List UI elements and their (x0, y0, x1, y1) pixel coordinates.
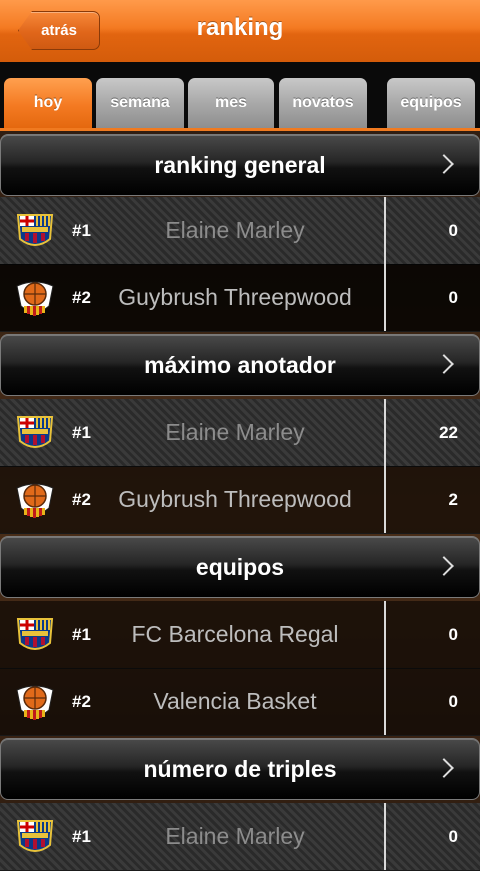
navigation-bar: atrás ranking (0, 0, 480, 63)
column-divider (384, 399, 386, 466)
table-row[interactable]: #2 Guybrush Threepwood 2 (0, 466, 480, 534)
score-value: 0 (448, 692, 458, 711)
player-name: Elaine Marley (165, 217, 305, 243)
section-title: máximo anotador (144, 352, 336, 378)
score-value: 2 (448, 490, 458, 509)
section-header-numero-de-triples[interactable]: número de triples (0, 738, 480, 800)
column-divider (384, 197, 386, 264)
fc-barcelona-badge (16, 214, 54, 246)
tab-hoy[interactable]: hoy (4, 78, 92, 128)
tab-equipos[interactable]: equipos (387, 78, 475, 128)
ranking-list: ranking general #1 Elaine Marley 0 #2 Gu… (0, 131, 480, 871)
chevron-right-icon (434, 556, 454, 576)
rank-label: #2 (72, 490, 91, 509)
tab-semana[interactable]: semana (96, 78, 184, 128)
table-row[interactable]: #1 Elaine Marley 0 (0, 803, 480, 871)
rank-label: #1 (72, 221, 91, 240)
section-header-ranking-general[interactable]: ranking general (0, 134, 480, 196)
back-button[interactable]: atrás (18, 11, 100, 50)
team-name: FC Barcelona Regal (131, 621, 339, 647)
player-name: Guybrush Threepwood (118, 486, 352, 512)
fc-barcelona-badge (16, 820, 54, 852)
section-header-maximo-anotador[interactable]: máximo anotador (0, 334, 480, 396)
section-title: ranking general (154, 152, 326, 178)
section-title: equipos (195, 554, 285, 580)
section-header-equipos[interactable]: equipos (0, 536, 480, 598)
player-name: Elaine Marley (165, 823, 305, 849)
player-name: Guybrush Threepwood (118, 284, 352, 310)
column-divider (384, 668, 386, 735)
table-row[interactable]: #1 Elaine Marley 22 (0, 399, 480, 467)
table-row[interactable]: #2 Valencia Basket 0 (0, 668, 480, 736)
fc-barcelona-badge (16, 416, 54, 448)
chevron-right-icon (434, 758, 454, 778)
score-value: 0 (448, 827, 458, 846)
tab-mes[interactable]: mes (188, 78, 274, 128)
chevron-right-icon (434, 154, 454, 174)
player-name: Elaine Marley (165, 419, 305, 445)
table-row[interactable]: #1 Elaine Marley 0 (0, 197, 480, 265)
rank-label: #1 (72, 625, 91, 644)
rank-label: #1 (72, 423, 91, 442)
tab-bar: hoy semana mes novatos equipos (0, 62, 480, 131)
column-divider (384, 466, 386, 533)
column-divider (384, 264, 386, 331)
team-name: Valencia Basket (153, 688, 317, 714)
page-title: ranking (196, 14, 284, 41)
score-value: 0 (448, 221, 458, 240)
column-divider (384, 601, 386, 668)
section-title: número de triples (143, 756, 337, 782)
score-value: 22 (439, 423, 458, 442)
tab-novatos[interactable]: novatos (279, 78, 367, 128)
valencia-basket-badge (16, 685, 54, 720)
table-row[interactable]: #1 FC Barcelona Regal 0 (0, 601, 480, 669)
valencia-basket-badge (16, 281, 54, 316)
fc-barcelona-badge (16, 618, 54, 650)
rank-label: #2 (72, 692, 91, 711)
rank-label: #1 (72, 827, 91, 846)
score-value: 0 (448, 625, 458, 644)
table-row[interactable]: #2 Guybrush Threepwood 0 (0, 264, 480, 332)
valencia-basket-badge (16, 483, 54, 518)
chevron-right-icon (434, 354, 454, 374)
score-value: 0 (448, 288, 458, 307)
column-divider (384, 803, 386, 870)
rank-label: #2 (72, 288, 91, 307)
